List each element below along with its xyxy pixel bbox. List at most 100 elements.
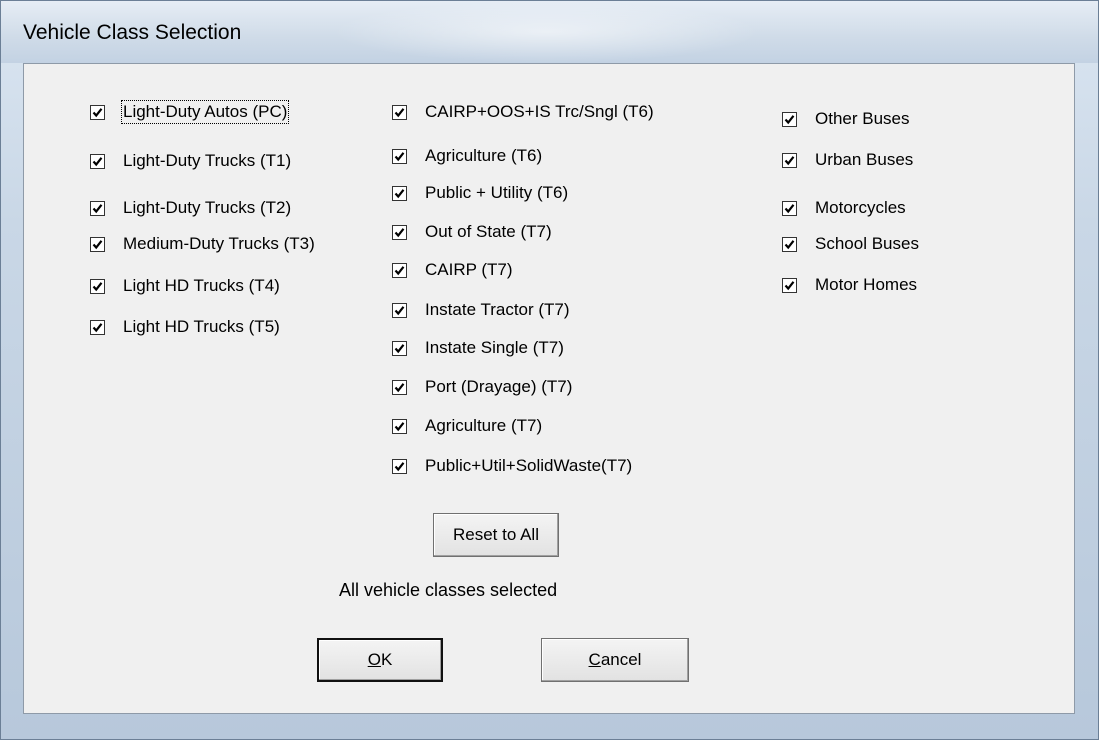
checkbox-box[interactable] [90, 278, 105, 294]
checkbox-urban-buses[interactable]: Urban Buses [782, 150, 913, 170]
checkbox-label: Light-Duty Trucks (T2) [123, 198, 292, 217]
checkbox-label: CAIRP+OOS+IS Trc/Sngl (T6) [425, 102, 654, 121]
checkmark-icon [92, 107, 103, 117]
checkbox-public-utility-t6[interactable]: Public + Utility (T6) [392, 183, 568, 203]
checkmark-icon [92, 239, 103, 249]
checkbox-other-buses[interactable]: Other Buses [782, 109, 910, 129]
checkbox-label: Light-Duty Autos (PC) [120, 100, 290, 124]
checkbox-cairp-t7[interactable]: CAIRP (T7) [392, 260, 513, 280]
checkbox-label: Agriculture (T7) [425, 416, 543, 435]
cancel-button[interactable]: Cancel [541, 638, 689, 682]
checkbox-label: Instate Tractor (T7) [425, 300, 570, 319]
title-bar[interactable]: Vehicle Class Selection [1, 1, 1098, 63]
checkmark-icon [394, 188, 405, 198]
checkbox-port-drayage-t7[interactable]: Port (Drayage) (T7) [392, 377, 572, 397]
checkbox-label: Agriculture (T6) [425, 146, 543, 165]
checkmark-icon [784, 155, 795, 165]
checkbox-box[interactable] [392, 148, 407, 164]
checkbox-box[interactable] [392, 185, 407, 201]
checkmark-icon [92, 156, 103, 166]
dialog-window: Vehicle Class Selection Light-Duty Autos… [0, 0, 1099, 740]
checkbox-box[interactable] [90, 236, 105, 252]
dialog-client-area: Light-Duty Autos (PC) Light-Duty Trucks … [23, 63, 1075, 714]
checkbox-light-hd-trucks-t4[interactable]: Light HD Trucks (T4) [90, 276, 280, 296]
checkbox-instate-tractor-t7[interactable]: Instate Tractor (T7) [392, 300, 570, 320]
checkmark-icon [784, 114, 795, 124]
reset-button-label: Reset to All [453, 525, 539, 544]
checkmark-icon [394, 107, 405, 117]
checkbox-box[interactable] [392, 104, 407, 120]
checkbox-box[interactable] [90, 153, 105, 169]
checkbox-public-util-solidwaste-t7[interactable]: Public+Util+SolidWaste(T7) [392, 456, 632, 476]
checkbox-cairp-oos-is-trc-sngl-t6[interactable]: CAIRP+OOS+IS Trc/Sngl (T6) [392, 102, 654, 122]
dialog-title: Vehicle Class Selection [23, 21, 242, 44]
checkbox-label: Motorcycles [815, 198, 906, 217]
title-bar-glow [331, 1, 761, 63]
checkmark-icon [394, 343, 405, 353]
checkmark-icon [784, 203, 795, 213]
checkmark-icon [394, 305, 405, 315]
checkmark-icon [394, 421, 405, 431]
checkmark-icon [784, 239, 795, 249]
checkbox-label: School Buses [815, 234, 919, 253]
checkbox-box[interactable] [392, 224, 407, 240]
ok-button-label: OK [368, 650, 393, 670]
checkbox-box[interactable] [392, 262, 407, 278]
checkbox-label: Medium-Duty Trucks (T3) [123, 234, 315, 253]
checkbox-motor-homes[interactable]: Motor Homes [782, 275, 917, 295]
checkmark-icon [394, 227, 405, 237]
checkbox-box[interactable] [392, 379, 407, 395]
checkbox-box[interactable] [392, 418, 407, 434]
checkbox-label: Light HD Trucks (T4) [123, 276, 280, 295]
checkbox-label: Instate Single (T7) [425, 338, 564, 357]
ok-mnemonic: O [367, 650, 381, 669]
checkbox-label: Public + Utility (T6) [425, 183, 569, 202]
ok-button[interactable]: OK [317, 638, 443, 682]
checkbox-label: Light-Duty Trucks (T1) [123, 151, 292, 170]
checkbox-label: Urban Buses [815, 150, 914, 169]
checkbox-motorcycles[interactable]: Motorcycles [782, 198, 906, 218]
selection-status-text: All vehicle classes selected [339, 580, 558, 600]
checkbox-out-of-state-t7[interactable]: Out of State (T7) [392, 222, 552, 242]
checkbox-box[interactable] [782, 152, 797, 168]
checkmark-icon [394, 461, 405, 471]
reset-to-all-button[interactable]: Reset to All [433, 513, 559, 557]
cancel-button-label: Cancel [589, 650, 642, 670]
checkbox-box[interactable] [782, 111, 797, 127]
checkbox-label: Port (Drayage) (T7) [425, 377, 573, 396]
checkbox-box[interactable] [782, 277, 797, 293]
ok-label-rest: K [380, 650, 393, 669]
checkbox-label: Motor Homes [815, 275, 918, 294]
checkmark-icon [394, 151, 405, 161]
checkbox-agriculture-t7[interactable]: Agriculture (T7) [392, 416, 542, 436]
checkmark-icon [394, 382, 405, 392]
checkbox-school-buses[interactable]: School Buses [782, 234, 919, 254]
checkbox-instate-single-t7[interactable]: Instate Single (T7) [392, 338, 564, 358]
checkbox-box[interactable] [782, 236, 797, 252]
checkmark-icon [92, 322, 103, 332]
checkbox-box[interactable] [90, 200, 105, 216]
checkmark-icon [92, 203, 103, 213]
checkbox-box[interactable] [90, 319, 105, 335]
checkbox-label: Light HD Trucks (T5) [123, 317, 280, 336]
checkbox-light-duty-trucks-t1[interactable]: Light-Duty Trucks (T1) [90, 151, 291, 171]
checkbox-label: Out of State (T7) [425, 222, 552, 241]
checkbox-box[interactable] [90, 104, 105, 120]
checkbox-agriculture-t6[interactable]: Agriculture (T6) [392, 146, 542, 166]
checkbox-box[interactable] [392, 458, 407, 474]
checkbox-label: Other Buses [815, 109, 910, 128]
checkbox-label: Public+Util+SolidWaste(T7) [425, 456, 633, 475]
cancel-label-rest: ancel [600, 650, 642, 669]
checkbox-box[interactable] [782, 200, 797, 216]
checkmark-icon [784, 280, 795, 290]
checkbox-box[interactable] [392, 340, 407, 356]
checkbox-light-hd-trucks-t5[interactable]: Light HD Trucks (T5) [90, 317, 280, 337]
checkbox-light-duty-trucks-t2[interactable]: Light-Duty Trucks (T2) [90, 198, 291, 218]
checkmark-icon [92, 281, 103, 291]
checkbox-box[interactable] [392, 302, 407, 318]
checkbox-label: CAIRP (T7) [425, 260, 513, 279]
checkmark-icon [394, 265, 405, 275]
checkbox-medium-duty-trucks-t3[interactable]: Medium-Duty Trucks (T3) [90, 234, 315, 254]
cancel-mnemonic: C [588, 650, 601, 669]
checkbox-light-duty-autos-pc[interactable]: Light-Duty Autos (PC) [90, 100, 290, 124]
